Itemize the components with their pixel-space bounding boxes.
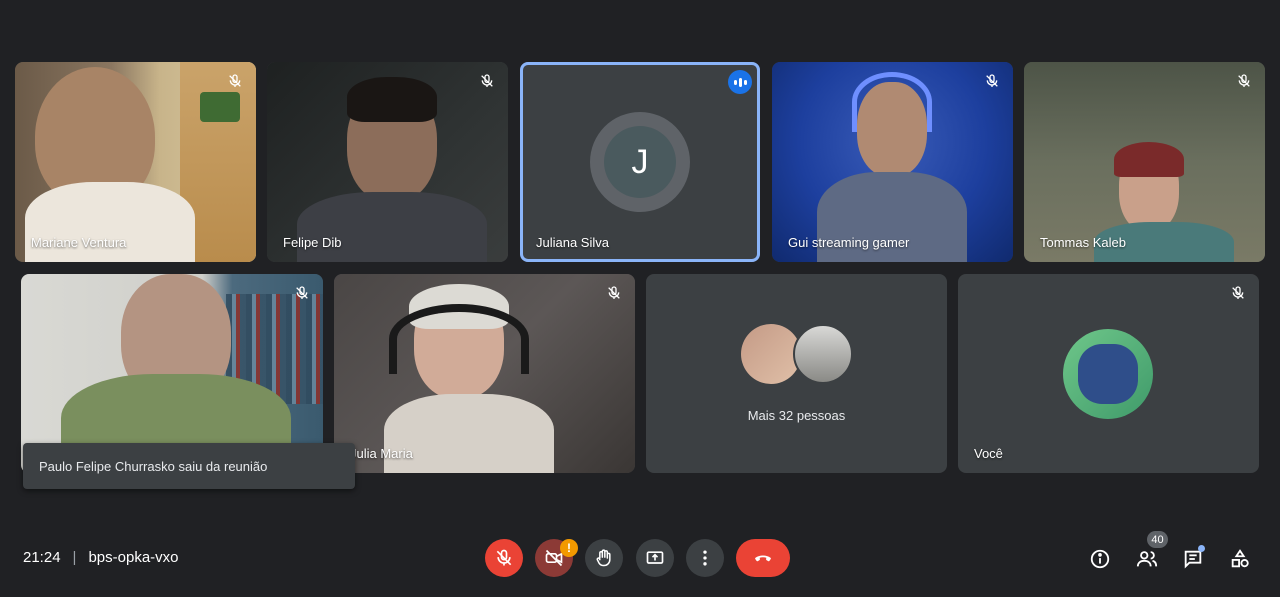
meeting-code: bps-opka-vxo [88,549,179,566]
people-icon [1136,551,1158,567]
warning-icon: ! [567,541,571,555]
participant-video [15,62,256,262]
participant-tile-juliana[interactable]: J Juliana Silva [520,62,760,262]
mic-off-icon [476,70,498,92]
end-call-icon [755,555,771,562]
avatar [741,324,801,384]
mic-off-icon [496,549,512,566]
participant-video [267,62,508,262]
avatar [793,324,853,384]
others-tile[interactable]: Mais 32 pessoas [646,274,947,473]
mic-off-icon [1227,282,1249,304]
participant-name: Julia Maria [350,446,413,461]
raise-hand-button[interactable] [585,539,623,577]
hand-icon [596,549,611,567]
participant-name: Gui streaming gamer [788,235,910,250]
others-count-label: Mais 32 pessoas [747,408,846,423]
people-count: 40 [1151,533,1164,546]
participant-tile-mariane[interactable]: Mariane Ventura [15,62,256,262]
clock: 21:24 [23,549,61,566]
mic-off-icon [291,282,313,304]
chat-notification-dot [1198,545,1205,552]
avatar [1063,329,1153,419]
camera-warning-badge: ! [560,539,578,557]
avatar-ring: J [590,112,690,212]
mic-off-icon [1233,70,1255,92]
participant-name: Mariane Ventura [31,235,127,250]
end-call-button[interactable] [736,539,790,577]
more-vert-icon [703,550,707,566]
participant-tile-gui[interactable]: Gui streaming gamer [772,62,1013,262]
mic-off-icon [224,70,246,92]
toast-message: Paulo Felipe Churrasko saiu da reunião [39,458,268,474]
participant-video [772,62,1013,262]
participant-tile-julia[interactable]: Julia Maria [334,274,635,473]
more-options-button[interactable] [686,539,724,577]
notification-toast: Paulo Felipe Churrasko saiu da reunião [23,443,355,489]
people-count-badge: 40 [1147,531,1168,548]
info-icon [1090,549,1110,569]
activities-icon [1231,549,1249,568]
participant-name: Felipe Dib [283,235,342,250]
mic-toggle-button[interactable] [485,539,523,577]
avatar-initial: J [631,142,649,181]
people-button[interactable] [1134,546,1160,572]
meeting-info-button[interactable] [1087,546,1113,572]
participant-name: Juliana Silva [536,235,609,250]
participant-tile-felipe[interactable]: Felipe Dib [267,62,508,262]
activities-button[interactable] [1227,546,1253,572]
mic-off-icon [603,282,625,304]
participant-name: Você [974,446,1003,461]
avatar: J [604,126,676,198]
present-button[interactable] [636,539,674,577]
participant-name: Tommas Kaleb [1040,235,1126,250]
mic-off-icon [981,70,1003,92]
meeting-details: 21:24 | bps-opka-vxo [23,549,179,566]
self-tile[interactable]: Você [958,274,1259,473]
participant-video [1024,62,1265,262]
participant-video [334,274,635,473]
speaking-indicator-icon [728,70,752,94]
divider: | [72,549,77,566]
participant-tile-tommas[interactable]: Tommas Kaleb [1024,62,1265,262]
present-icon [646,551,664,564]
